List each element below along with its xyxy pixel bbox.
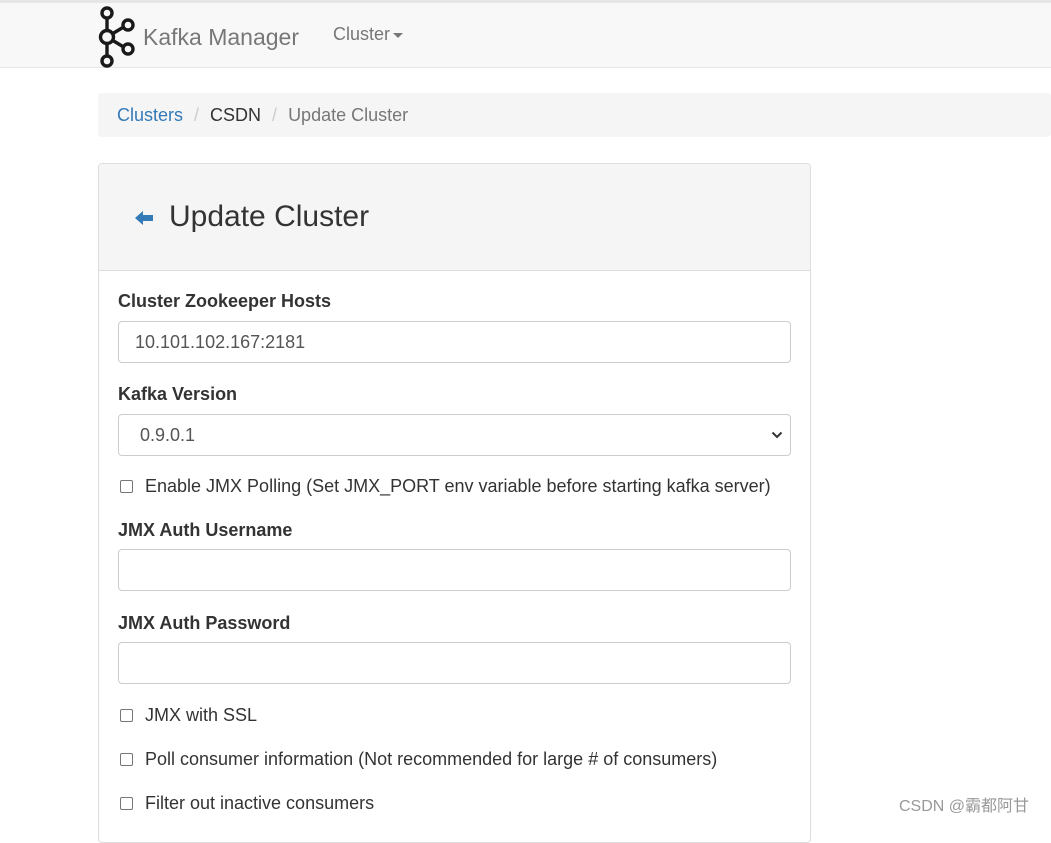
caret-down-icon <box>393 33 404 38</box>
watermark: CSDN @霸都阿甘 <box>899 798 1030 815</box>
filter-inactive-checkbox[interactable] <box>120 797 133 810</box>
jmx-ssl-checkbox[interactable] <box>120 709 133 722</box>
arrow-left-icon[interactable] <box>134 209 154 227</box>
breadcrumb-cluster-name: CSDN <box>210 104 262 125</box>
zk-hosts-input[interactable] <box>118 321 791 363</box>
jmx-username-label: JMX Auth Username <box>118 520 293 540</box>
kafka-version-label: Kafka Version <box>118 384 238 404</box>
chevron-down-icon <box>771 431 783 439</box>
breadcrumb-current: Update Cluster <box>288 104 409 125</box>
poll-consumers-row[interactable]: Poll consumer information (Not recommend… <box>120 749 717 770</box>
jmx-password-label: JMX Auth Password <box>118 613 291 633</box>
enable-jmx-label: Enable JMX Polling (Set JMX_PORT env var… <box>145 476 771 496</box>
enable-jmx-checkbox[interactable] <box>120 480 133 493</box>
brand[interactable]: Kafka Manager <box>98 6 299 68</box>
breadcrumb-separator: / <box>272 104 278 125</box>
kafka-logo-icon <box>98 6 135 68</box>
jmx-username-input[interactable] <box>118 549 791 591</box>
filter-inactive-label: Filter out inactive consumers <box>145 793 375 813</box>
poll-consumers-label: Poll consumer information (Not recommend… <box>145 749 718 769</box>
breadcrumb-separator: / <box>194 104 200 125</box>
jmx-password-input[interactable] <box>118 642 791 684</box>
kafka-version-value: 0.9.0.1 <box>140 425 196 445</box>
cluster-dropdown[interactable]: Cluster <box>333 24 404 45</box>
cluster-dropdown-label: Cluster <box>333 24 391 44</box>
panel-heading: Update Cluster <box>99 164 810 271</box>
zk-hosts-label: Cluster Zookeeper Hosts <box>118 291 332 311</box>
brand-title: Kafka Manager <box>143 23 299 50</box>
filter-inactive-row[interactable]: Filter out inactive consumers <box>120 793 374 814</box>
navbar: Kafka Manager Cluster <box>0 3 1051 68</box>
update-cluster-panel: Update Cluster Cluster Zookeeper Hosts K… <box>98 163 811 843</box>
enable-jmx-row[interactable]: Enable JMX Polling (Set JMX_PORT env var… <box>120 476 771 497</box>
poll-consumers-checkbox[interactable] <box>120 753 133 766</box>
jmx-ssl-label: JMX with SSL <box>145 705 258 725</box>
breadcrumb: Clusters / CSDN / Update Cluster <box>98 93 1051 137</box>
kafka-version-select[interactable]: 0.9.0.1 <box>118 414 791 456</box>
breadcrumb-clusters[interactable]: Clusters <box>117 105 183 126</box>
page-title: Update Cluster <box>169 200 370 233</box>
jmx-ssl-row[interactable]: JMX with SSL <box>120 705 257 726</box>
